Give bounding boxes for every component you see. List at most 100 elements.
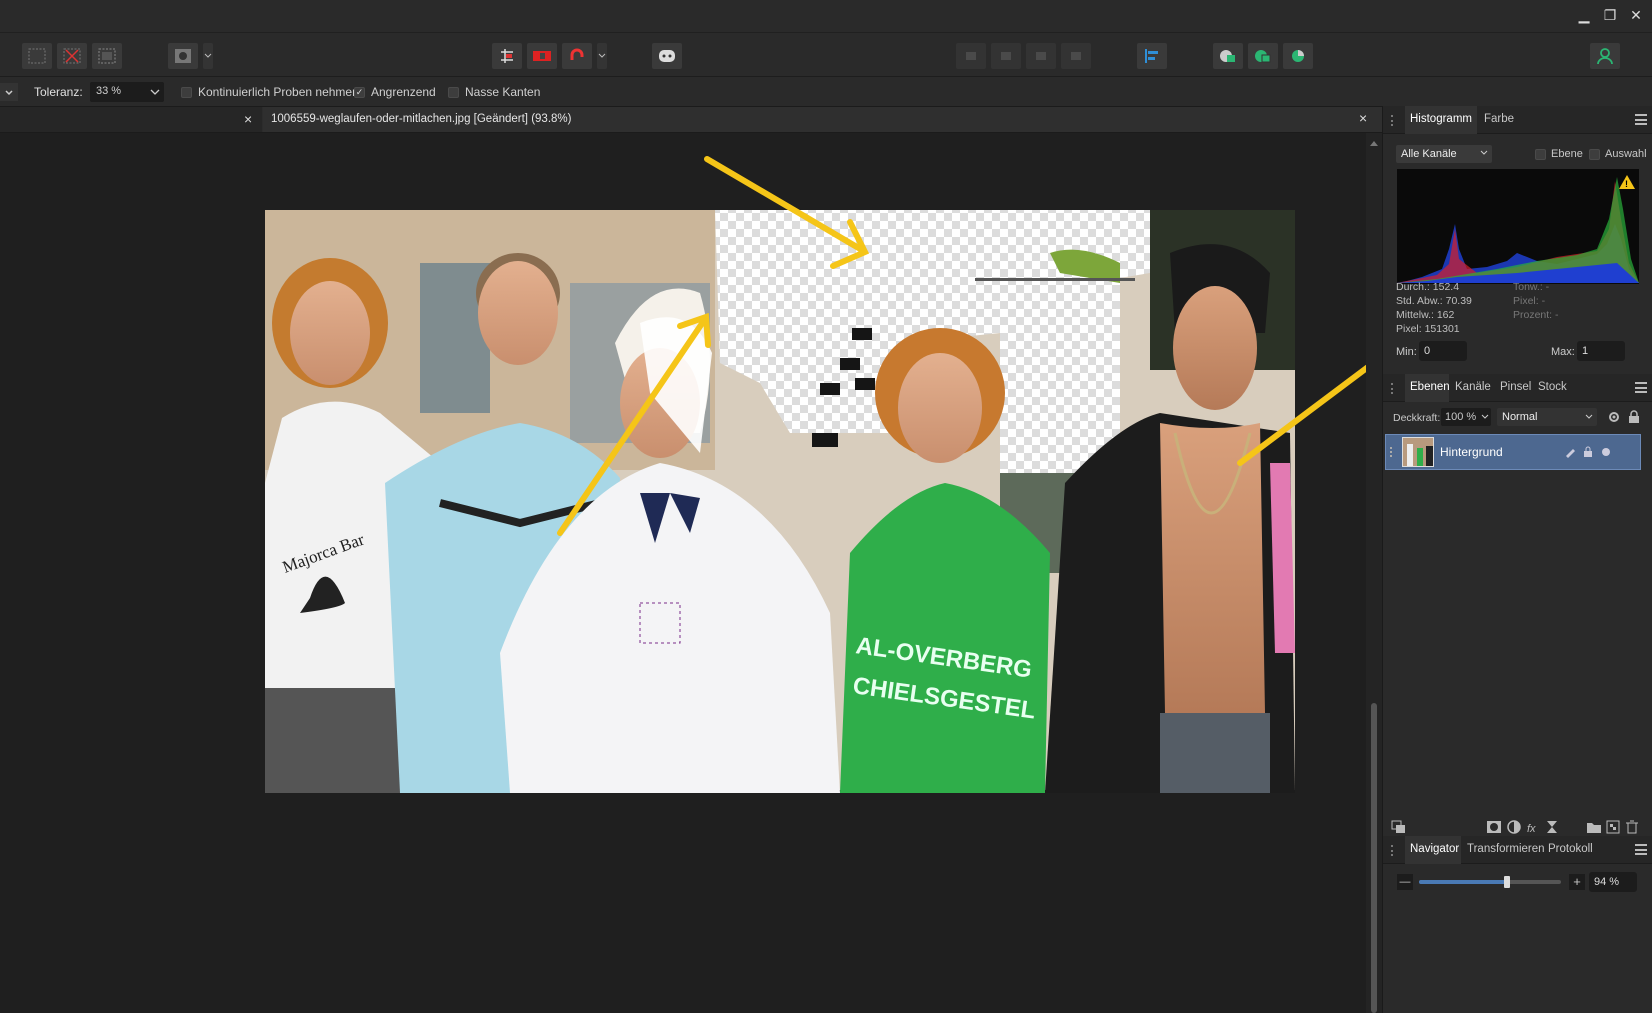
wet-edges-label: Nasse Kanten	[465, 85, 541, 99]
tab-transform[interactable]: Transformieren	[1467, 843, 1545, 855]
tab-history[interactable]: Protokoll	[1548, 843, 1593, 855]
contiguous-label: Angrenzend	[371, 85, 436, 99]
stat-tone: Tonw.: -	[1513, 281, 1550, 293]
document-tab-title: 1006559-weglaufen-oder-mitlachen.jpg [Ge…	[271, 113, 572, 125]
boolean-subtract-icon[interactable]	[1248, 43, 1278, 69]
arrange-forward-icon[interactable]	[1026, 43, 1056, 69]
opacity-label: Deckkraft:	[1393, 412, 1441, 424]
canvas-area[interactable]: Majorca Bar AL-OVERBERG CHIELSGESTEL	[0, 133, 1366, 1013]
close-window-button[interactable]: ✕	[1626, 6, 1646, 26]
panel-grip-icon[interactable]	[1391, 845, 1397, 856]
scrollbar-thumb[interactable]	[1371, 703, 1377, 1013]
restore-button[interactable]: ❐	[1600, 6, 1620, 26]
zoom-slider-thumb[interactable]	[1504, 876, 1511, 888]
wet-edges-checkbox[interactable]	[448, 87, 459, 98]
assistant-icon[interactable]	[652, 43, 682, 69]
add-pixel-layer-icon[interactable]	[1606, 820, 1620, 834]
main-toolbar	[0, 32, 1652, 76]
invert-selection-icon[interactable]	[92, 43, 122, 69]
close-document-icon[interactable]: ×	[1359, 110, 1367, 126]
tab-channels[interactable]: Kanäle	[1455, 381, 1491, 393]
live-filter-icon[interactable]	[1546, 820, 1558, 834]
arrange-back-icon[interactable]	[956, 43, 986, 69]
layer-thumbnail	[1402, 437, 1434, 467]
lock-icon[interactable]	[1628, 410, 1640, 424]
boolean-add-icon[interactable]	[1213, 43, 1243, 69]
channel-select[interactable]: Alle Kanäle	[1396, 145, 1492, 163]
trash-icon[interactable]	[1625, 820, 1639, 834]
min-label: Min:	[1396, 346, 1417, 358]
deselect-icon[interactable]	[57, 43, 87, 69]
lock-icon[interactable]	[1583, 446, 1593, 458]
select-all-icon[interactable]	[22, 43, 52, 69]
stat-percent: Prozent: -	[1513, 309, 1559, 321]
chevron-down-icon	[150, 89, 160, 95]
max-input[interactable]: 1	[1577, 341, 1625, 361]
arrange-front-icon[interactable]	[1061, 43, 1091, 69]
layer-drag-icon[interactable]	[1390, 447, 1394, 457]
tab-brushes[interactable]: Pinsel	[1500, 381, 1531, 393]
panel-menu-icon[interactable]	[1635, 844, 1647, 855]
record-macro-icon[interactable]	[527, 43, 557, 69]
document-canvas[interactable]: Majorca Bar AL-OVERBERG CHIELSGESTEL	[0, 133, 1366, 1013]
panel-menu-icon[interactable]	[1635, 382, 1647, 393]
layers-panel-header: Ebenen Kanäle Pinsel Stock	[1383, 374, 1652, 402]
tool-dropdown[interactable]	[0, 83, 18, 101]
panel-grip-icon[interactable]	[1391, 383, 1397, 394]
arrange-backward-icon[interactable]	[991, 43, 1021, 69]
channel-value: Alle Kanäle	[1401, 148, 1457, 160]
adjustment-icon[interactable]	[1506, 820, 1522, 834]
panel-grip-icon[interactable]	[1391, 115, 1397, 126]
sample-continuous-checkbox[interactable]	[181, 87, 192, 98]
min-input[interactable]: 0	[1419, 341, 1467, 361]
align-icon[interactable]	[1137, 43, 1167, 69]
layer-arrange-icon[interactable]	[1391, 820, 1407, 834]
zoom-in-button[interactable]: +	[1569, 874, 1585, 890]
vertical-scrollbar[interactable]	[1366, 133, 1382, 1013]
close-left-tab-icon[interactable]: ×	[244, 111, 258, 127]
quick-mask-icon[interactable]	[168, 43, 198, 69]
tab-color[interactable]: Farbe	[1484, 113, 1514, 125]
layer-only-checkbox[interactable]	[1535, 149, 1546, 160]
document-tab[interactable]: 1006559-weglaufen-oder-mitlachen.jpg [Ge…	[263, 107, 1382, 132]
selection-only-checkbox[interactable]	[1589, 149, 1600, 160]
opacity-input[interactable]: 100 %	[1441, 408, 1491, 426]
boolean-intersect-icon[interactable]	[1283, 43, 1313, 69]
navigator-panel-header: Navigator Transformieren Protokoll	[1383, 836, 1652, 864]
magnet-icon[interactable]	[562, 43, 592, 69]
chevron-down-icon	[1481, 414, 1489, 419]
gear-icon[interactable]	[1607, 410, 1621, 424]
tab-histogram[interactable]: Histogramm	[1410, 113, 1472, 125]
zoom-out-button[interactable]: —	[1397, 874, 1413, 890]
title-bar: ▁ ❐ ✕	[0, 0, 1652, 32]
histogram-chart: !	[1397, 169, 1639, 284]
contiguous-checkbox[interactable]: ✓	[354, 87, 365, 98]
brush-icon[interactable]	[1564, 446, 1576, 458]
right-panel: Histogramm Farbe Alle Kanäle Ebene Auswa…	[1382, 106, 1652, 1013]
tolerance-input[interactable]: 33 %	[90, 82, 164, 102]
tab-navigator[interactable]: Navigator	[1410, 843, 1459, 855]
blend-mode-select[interactable]: Normal	[1497, 408, 1597, 426]
visibility-icon[interactable]	[1600, 446, 1612, 458]
context-toolbar: Toleranz: 33 % Kontinuierlich Proben neh…	[0, 76, 1652, 106]
tab-stock[interactable]: Stock	[1538, 381, 1567, 393]
snapping-icon[interactable]	[492, 43, 522, 69]
user-account-icon[interactable]	[1590, 43, 1620, 69]
stat-median: Mittelw.: 162	[1396, 309, 1455, 321]
snapping-dropdown[interactable]	[597, 43, 607, 69]
mask-icon[interactable]	[1486, 820, 1502, 834]
layer-row-hintergrund[interactable]: Hintergrund	[1385, 434, 1641, 470]
zoom-slider[interactable]	[1419, 874, 1561, 890]
layer-only-label: Ebene	[1551, 148, 1583, 160]
sample-continuous-label: Kontinuierlich Proben nehmen	[198, 85, 359, 99]
quick-mask-dropdown[interactable]	[203, 43, 213, 69]
svg-text:fx: fx	[1527, 823, 1536, 834]
fx-icon[interactable]: fx	[1526, 820, 1542, 834]
tab-layers[interactable]: Ebenen	[1410, 381, 1450, 393]
folder-icon[interactable]	[1586, 820, 1602, 834]
minimize-button[interactable]: ▁	[1574, 6, 1594, 26]
stat-pixel-at: Pixel: -	[1513, 295, 1546, 307]
panel-menu-icon[interactable]	[1635, 114, 1647, 125]
zoom-value-input[interactable]: 94 %	[1589, 872, 1637, 892]
selection-only-label: Auswahl	[1605, 148, 1647, 160]
